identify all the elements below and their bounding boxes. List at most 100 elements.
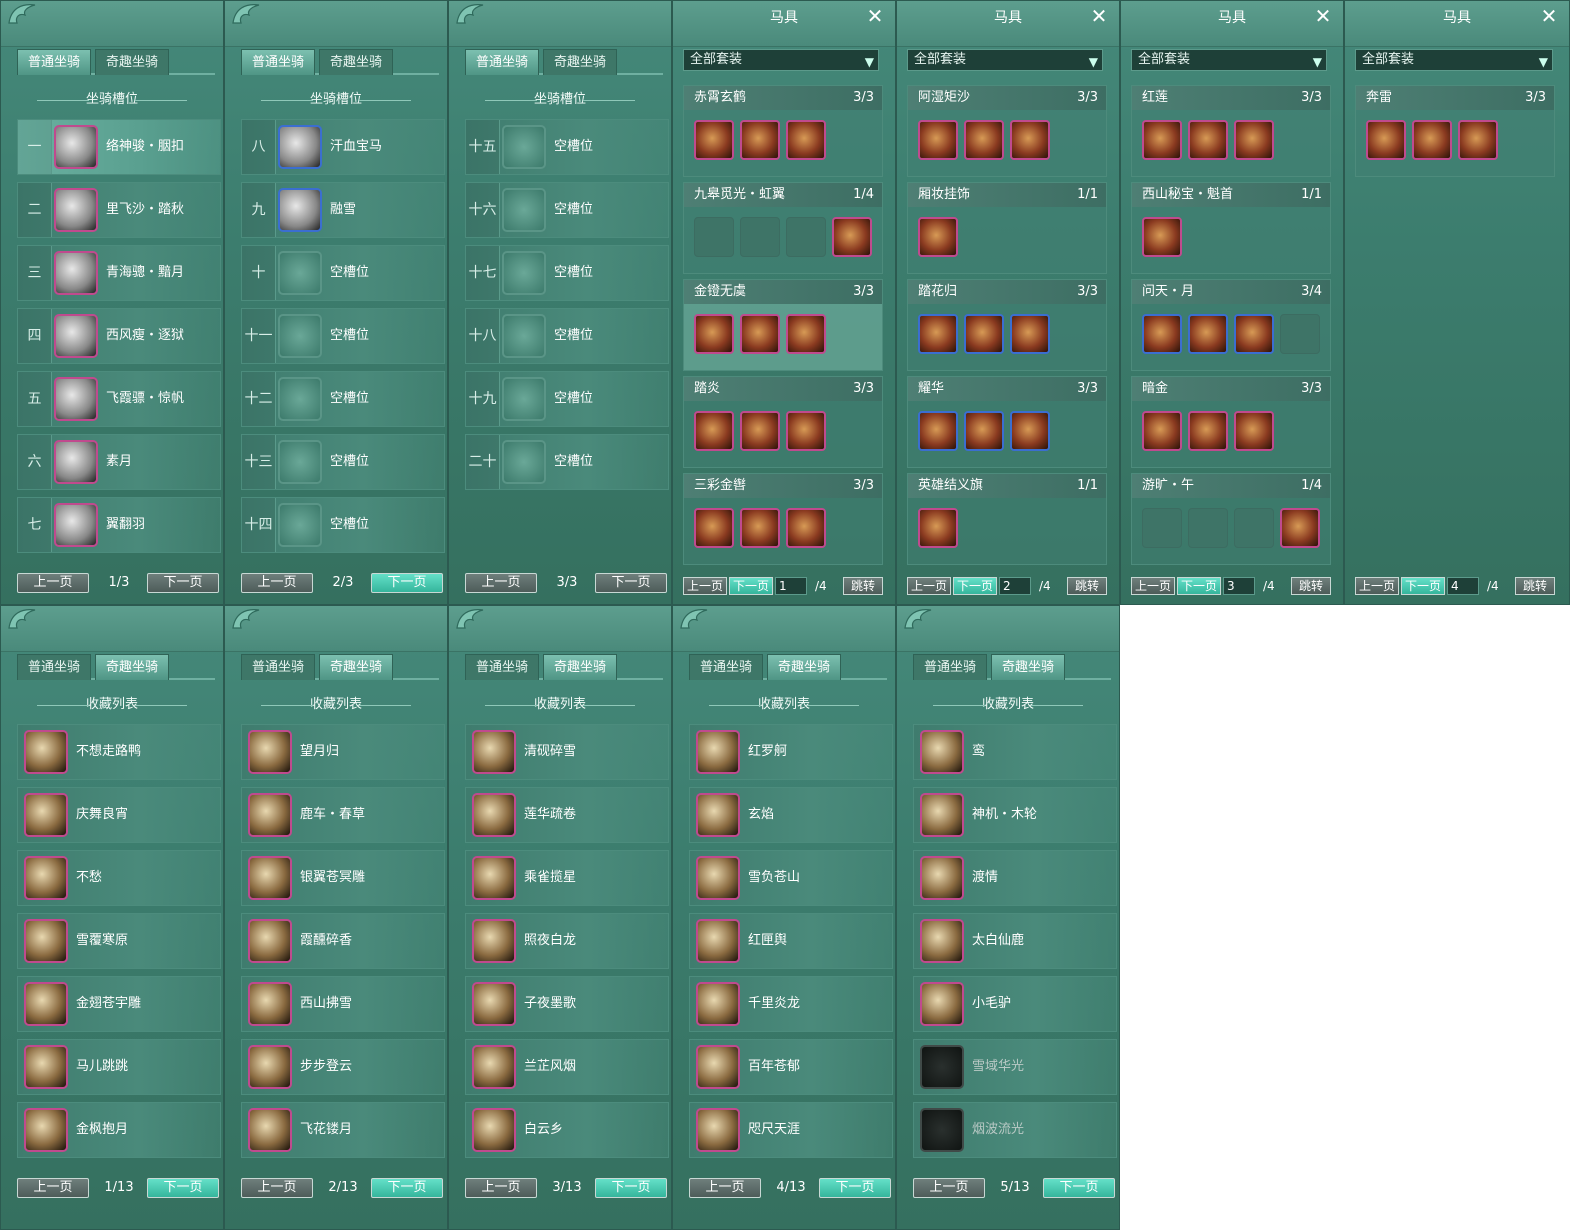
set-filter-dropdown[interactable]: 全部套装 ▼ [1131,49,1327,71]
next-page-button[interactable]: 下一页 [371,1178,443,1198]
collection-item[interactable]: 神机・木轮 [913,787,1117,843]
saddle-icon[interactable] [964,120,1004,160]
collection-item[interactable]: 子夜墨歌 [465,976,669,1032]
saddle-icon[interactable] [1188,120,1228,160]
jump-button[interactable]: 跳转 [1515,577,1555,595]
prev-page-button[interactable]: 上一页 [17,573,89,593]
saddle-icon[interactable] [1010,411,1050,451]
tab-normal-mounts[interactable]: 普通坐骑 [689,654,763,680]
mount-slot[interactable]: 三 青海骢・黯月 [17,245,221,301]
gear-set[interactable]: 红莲 3/3 [1131,85,1331,177]
armor-icon[interactable] [1142,314,1182,354]
page-input[interactable]: 2 [999,577,1031,595]
gear-set[interactable]: 英雄结义旗 1/1 [907,473,1107,565]
collection-item[interactable]: 飞花镂月 [241,1102,445,1158]
close-icon[interactable]: ✕ [1089,6,1109,27]
collection-item[interactable]: 望月归 [241,724,445,780]
prev-page-button[interactable]: 上一页 [683,577,727,595]
gear-set[interactable]: 问天・月 3/4 [1131,279,1331,371]
gear-set[interactable]: 赤霄玄鹤 3/3 [683,85,883,177]
collection-item[interactable]: 银翼苍冥雕 [241,850,445,906]
collection-item[interactable]: 金翅苍宇雕 [17,976,221,1032]
next-page-button[interactable]: 下一页 [1177,577,1221,595]
prev-page-button[interactable]: 上一页 [241,1178,313,1198]
set-filter-dropdown[interactable]: 全部套装 ▼ [1355,49,1553,71]
saddle-icon[interactable] [786,120,826,160]
mount-slot[interactable]: 十 空槽位 [241,245,445,301]
close-icon[interactable]: ✕ [865,6,885,27]
saddle-icon[interactable] [1010,314,1050,354]
next-page-button[interactable]: 下一页 [147,573,219,593]
gear-set[interactable]: 厢妆挂饰 1/1 [907,182,1107,274]
saddle-icon[interactable] [1458,120,1498,160]
saddle-icon[interactable] [786,508,826,548]
collection-item[interactable]: 红匣舆 [689,913,893,969]
next-page-button[interactable]: 下一页 [1043,1178,1115,1198]
jump-button[interactable]: 跳转 [1067,577,1107,595]
collection-item[interactable]: 兰芷风烟 [465,1039,669,1095]
prev-page-button[interactable]: 上一页 [689,1178,761,1198]
collection-item[interactable]: 红罗舸 [689,724,893,780]
gear-set[interactable]: 踏炎 3/3 [683,376,883,468]
page-input[interactable]: 1 [775,577,807,595]
collection-item[interactable]: 鸾 [913,724,1117,780]
mount-slot[interactable]: 二 里飞沙・踏秋 [17,182,221,238]
mount-slot[interactable]: 六 素月 [17,434,221,490]
mount-slot[interactable]: 十四 空槽位 [241,497,445,553]
gear-set[interactable]: 阿湿矩沙 3/3 [907,85,1107,177]
tab-normal-mounts[interactable]: 普通坐骑 [465,49,539,75]
tab-fun-mounts[interactable]: 奇趣坐骑 [319,654,393,680]
next-page-button[interactable]: 下一页 [953,577,997,595]
gear-set[interactable]: 金镫无虞 3/3 [683,279,883,371]
prev-page-button[interactable]: 上一页 [465,1178,537,1198]
tab-fun-mounts[interactable]: 奇趣坐骑 [95,49,169,75]
collection-item[interactable]: 千里炎龙 [689,976,893,1032]
gear-set[interactable]: 耀华 3/3 [907,376,1107,468]
bridle-icon[interactable] [694,508,734,548]
mount-slot[interactable]: 七 翼翻羽 [17,497,221,553]
next-page-button[interactable]: 下一页 [729,577,773,595]
gear-set[interactable]: 奔雷 3/3 [1355,85,1555,177]
mount-slot[interactable]: 十三 空槽位 [241,434,445,490]
saddle-icon[interactable] [1234,120,1274,160]
gear-set[interactable]: 暗金 3/3 [1131,376,1331,468]
next-page-button[interactable]: 下一页 [1401,577,1445,595]
tab-normal-mounts[interactable]: 普通坐骑 [17,49,91,75]
set-filter-dropdown[interactable]: 全部套装 ▼ [907,49,1103,71]
prev-page-button[interactable]: 上一页 [907,577,951,595]
mount-slot[interactable]: 十八 空槽位 [465,308,669,364]
armor-icon[interactable] [1280,508,1320,548]
saddle-icon[interactable] [740,508,780,548]
collection-item[interactable]: 乘雀揽星 [465,850,669,906]
prev-page-button[interactable]: 上一页 [913,1178,985,1198]
prev-page-button[interactable]: 上一页 [1131,577,1175,595]
mount-slot[interactable]: 十二 空槽位 [241,371,445,427]
saddle-icon[interactable] [918,120,958,160]
collection-item[interactable]: 烟波流光 [913,1102,1117,1158]
armor-icon[interactable] [1234,314,1274,354]
ornament-icon[interactable] [918,217,958,257]
collection-item[interactable]: 马儿跳跳 [17,1039,221,1095]
tab-fun-mounts[interactable]: 奇趣坐骑 [543,654,617,680]
next-page-button[interactable]: 下一页 [371,573,443,593]
next-page-button[interactable]: 下一页 [147,1178,219,1198]
gear-set[interactable]: 九皋觅光・虹翼 1/4 [683,182,883,274]
set-filter-dropdown[interactable]: 全部套装 ▼ [683,49,879,71]
saddle-icon[interactable] [918,411,958,451]
tab-fun-mounts[interactable]: 奇趣坐骑 [543,49,617,75]
gear-set[interactable]: 游旷・午 1/4 [1131,473,1331,565]
saddle-icon[interactable] [964,411,1004,451]
tab-fun-mounts[interactable]: 奇趣坐骑 [319,49,393,75]
saddle-icon[interactable] [740,411,780,451]
saddle-icon[interactable] [740,120,780,160]
saddle-icon[interactable] [786,314,826,354]
jump-button[interactable]: 跳转 [1291,577,1331,595]
tab-normal-mounts[interactable]: 普通坐骑 [17,654,91,680]
gear-set[interactable]: 踏花归 3/3 [907,279,1107,371]
collection-item[interactable]: 清砚碎雪 [465,724,669,780]
saddle-icon[interactable] [1188,411,1228,451]
collection-item[interactable]: 金枫抱月 [17,1102,221,1158]
collection-item[interactable]: 庆舞良宵 [17,787,221,843]
mount-slot[interactable]: 八 汗血宝马 [241,119,445,175]
prev-page-button[interactable]: 上一页 [241,573,313,593]
